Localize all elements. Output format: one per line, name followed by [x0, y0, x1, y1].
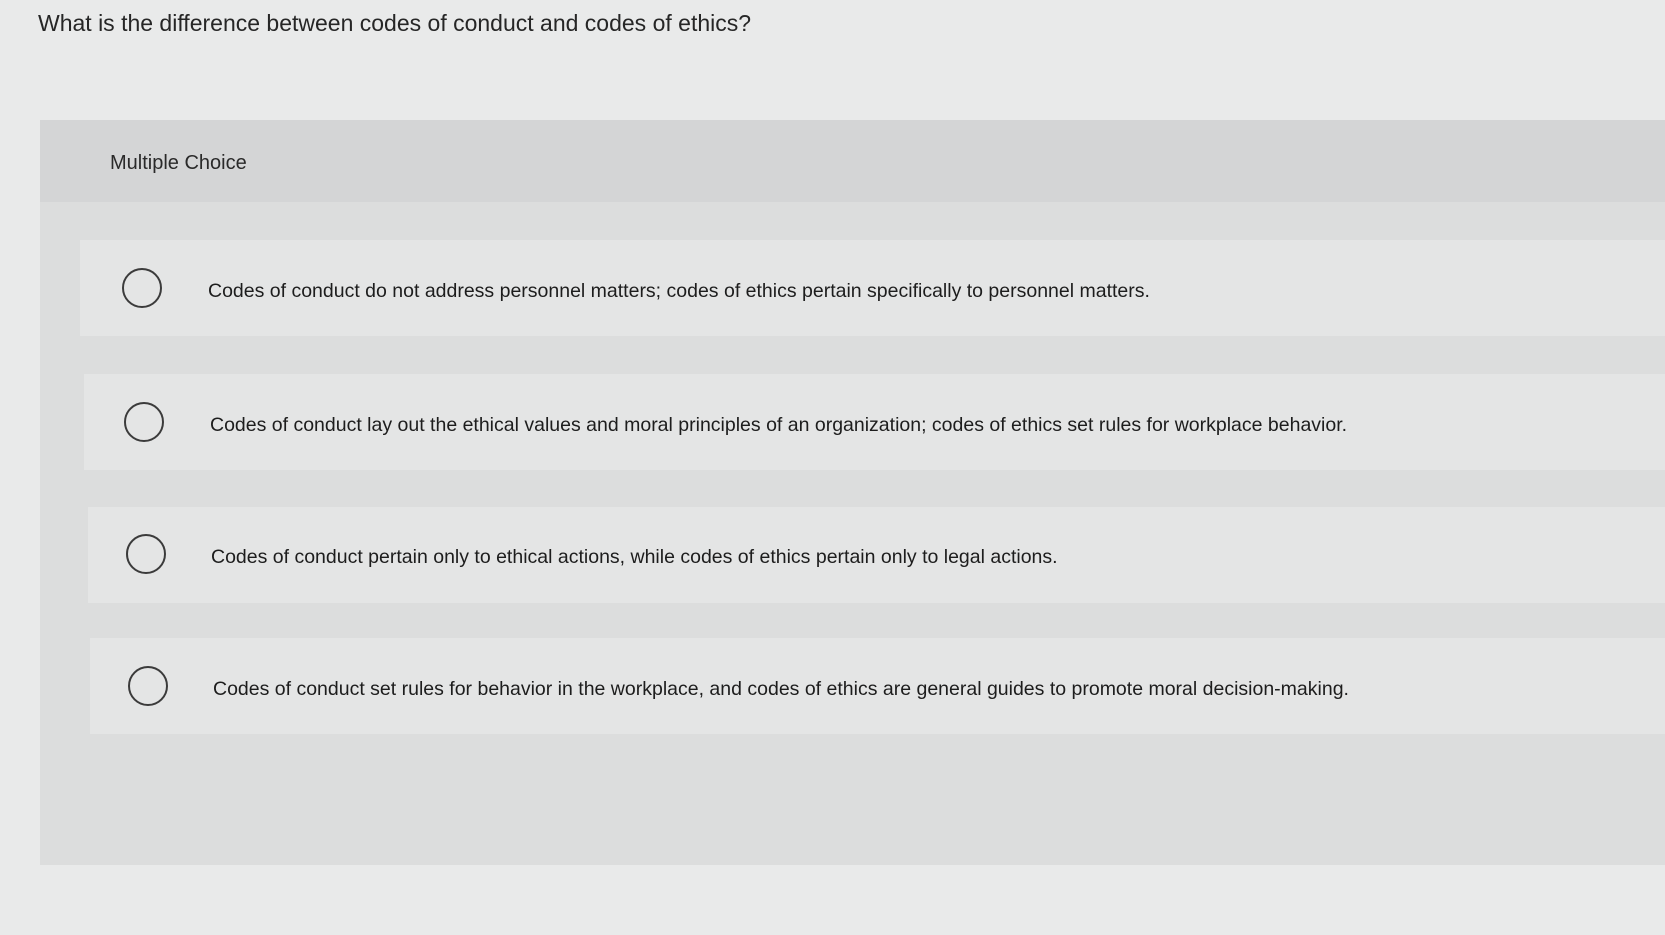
radio-button-option-4[interactable]: [128, 666, 168, 706]
answer-option-4[interactable]: Codes of conduct set rules for behavior …: [90, 638, 1665, 734]
multiple-choice-panel: Multiple Choice: [40, 120, 1665, 865]
answer-option-3[interactable]: Codes of conduct pertain only to ethical…: [88, 507, 1665, 603]
option-2-text: Codes of conduct lay out the ethical val…: [210, 414, 1348, 436]
panel-header: Multiple Choice: [40, 120, 1665, 202]
answer-option-1[interactable]: Codes of conduct do not address personne…: [80, 240, 1665, 336]
question-type-label: Multiple Choice: [110, 152, 247, 174]
radio-button-option-1[interactable]: [122, 268, 162, 308]
question-text: What is the difference between codes of …: [38, 10, 752, 36]
radio-button-option-3[interactable]: [126, 534, 166, 574]
option-3-text: Codes of conduct pertain only to ethical…: [211, 546, 1058, 568]
answer-option-2[interactable]: Codes of conduct lay out the ethical val…: [84, 374, 1665, 470]
option-1-text: Codes of conduct do not address personne…: [208, 280, 1150, 302]
radio-button-option-2[interactable]: [124, 402, 164, 442]
option-4-text: Codes of conduct set rules for behavior …: [213, 678, 1349, 700]
